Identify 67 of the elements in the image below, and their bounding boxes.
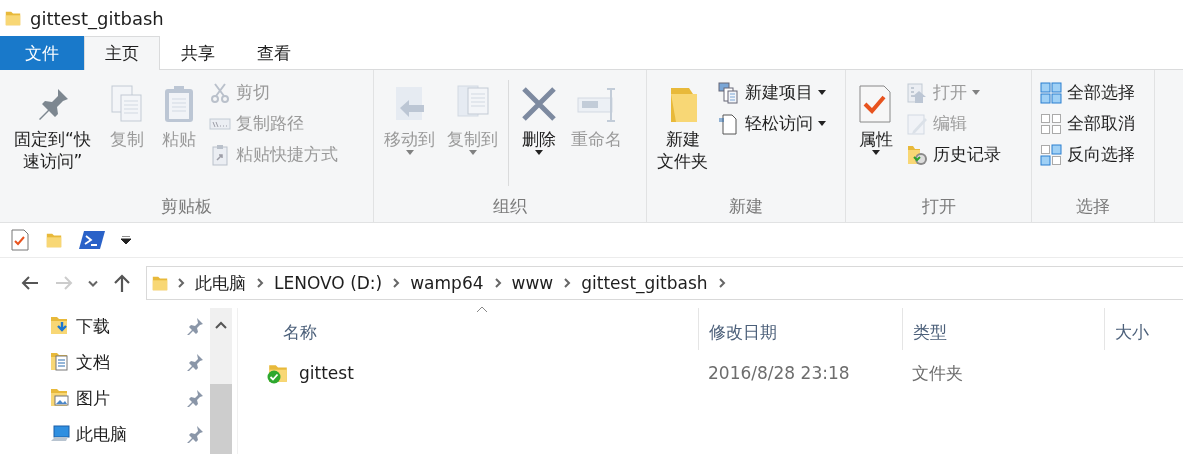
ribbon-button[interactable]: 全部取消 <box>1036 109 1139 138</box>
chevron-up-icon <box>215 321 227 329</box>
ribbon-button[interactable]: 新建文件夹 <box>651 76 714 176</box>
breadcrumb[interactable]: gittest_gitbash <box>579 273 710 293</box>
caret-button[interactable] <box>119 234 133 246</box>
group-label: 选择 <box>1075 195 1111 218</box>
download-folder-icon <box>50 316 70 336</box>
ribbon-button[interactable]: 属性 <box>850 76 902 159</box>
ribbon-tab[interactable]: 主页 <box>84 36 160 70</box>
chevron-right-icon <box>392 277 401 289</box>
checked-document-icon <box>11 229 29 251</box>
grid-icon <box>1040 143 1062 166</box>
pencil-document-icon <box>906 112 928 135</box>
file-name[interactable]: gittest <box>299 363 354 383</box>
computer-icon <box>50 424 70 444</box>
folder-clock-icon <box>906 143 928 166</box>
column-header[interactable]: 类型 <box>902 308 1104 350</box>
ribbon-button[interactable]: 删除 <box>513 76 565 159</box>
breadcrumb[interactable]: 此电脑 <box>193 271 248 295</box>
ribbon-tab[interactable]: 查看 <box>236 36 312 70</box>
shortcut-icon <box>209 143 231 166</box>
ribbon-button[interactable]: 固定到“快速访问” <box>4 76 101 176</box>
breadcrumb[interactable]: wamp64 <box>408 273 486 293</box>
date-cell-text: 2016/8/28 23:18 <box>707 363 851 383</box>
scrollbar-thumb[interactable] <box>210 384 232 454</box>
checked-document-button[interactable] <box>9 227 31 253</box>
column-header[interactable]: 名称 <box>265 308 698 350</box>
type-cell-text: 文件夹 <box>911 361 964 385</box>
caret-icon <box>121 236 131 244</box>
column-header[interactable]: 大小 <box>1104 308 1183 350</box>
ribbon-button[interactable]: 全部选择 <box>1036 78 1139 107</box>
sidebar-item[interactable]: 此电脑 <box>0 416 210 452</box>
chevron-right-icon <box>563 277 572 289</box>
chevron-down-icon <box>88 279 98 287</box>
grid-icon <box>1040 112 1062 135</box>
ribbon-button[interactable]: 新建项目 <box>714 78 830 107</box>
chevron-right-icon <box>493 277 502 289</box>
picture-folder-icon <box>50 388 70 408</box>
window-title: gittest_gitbash <box>30 7 164 29</box>
terminal-button[interactable] <box>77 228 107 252</box>
terminal-icon <box>79 230 105 250</box>
ribbon-button[interactable]: 轻松访问 <box>714 109 830 138</box>
group-label: 剪贴板 <box>160 195 213 218</box>
group-label: 打开 <box>920 195 957 218</box>
group-label: 新建 <box>728 195 764 218</box>
group-label: 组织 <box>492 195 528 218</box>
column-header[interactable]: 修改日期 <box>698 308 902 350</box>
chevron-right-icon <box>177 277 185 289</box>
grid-icon <box>1040 81 1062 104</box>
address-bar[interactable]: 此电脑 LENOVO (D:) wamp64 www gittest_gitbash <box>146 266 1183 300</box>
chevron-right-icon <box>717 277 726 289</box>
ribbon-button[interactable]: 反向选择 <box>1036 140 1139 169</box>
chevron-right-icon <box>256 277 264 289</box>
ribbon-button[interactable]: 历史记录 <box>902 140 1005 169</box>
scissors-icon <box>209 81 231 104</box>
document-folder-icon <box>50 352 70 372</box>
up-arrow-icon <box>112 273 132 293</box>
file-menu-tab[interactable]: 文件 <box>0 36 84 70</box>
breadcrumb[interactable]: LENOVO (D:) <box>272 273 385 293</box>
sidebar-item[interactable]: 图片 <box>0 380 210 416</box>
list-arrow-icon <box>906 81 928 104</box>
sidebar-item[interactable]: 文档 <box>0 344 210 380</box>
sidebar-item[interactable]: 下载 <box>0 308 210 344</box>
breadcrumb[interactable]: www <box>509 273 556 293</box>
documents-icon <box>718 81 740 104</box>
document-icon <box>718 112 740 135</box>
ribbon-tab[interactable]: 共享 <box>160 36 236 70</box>
